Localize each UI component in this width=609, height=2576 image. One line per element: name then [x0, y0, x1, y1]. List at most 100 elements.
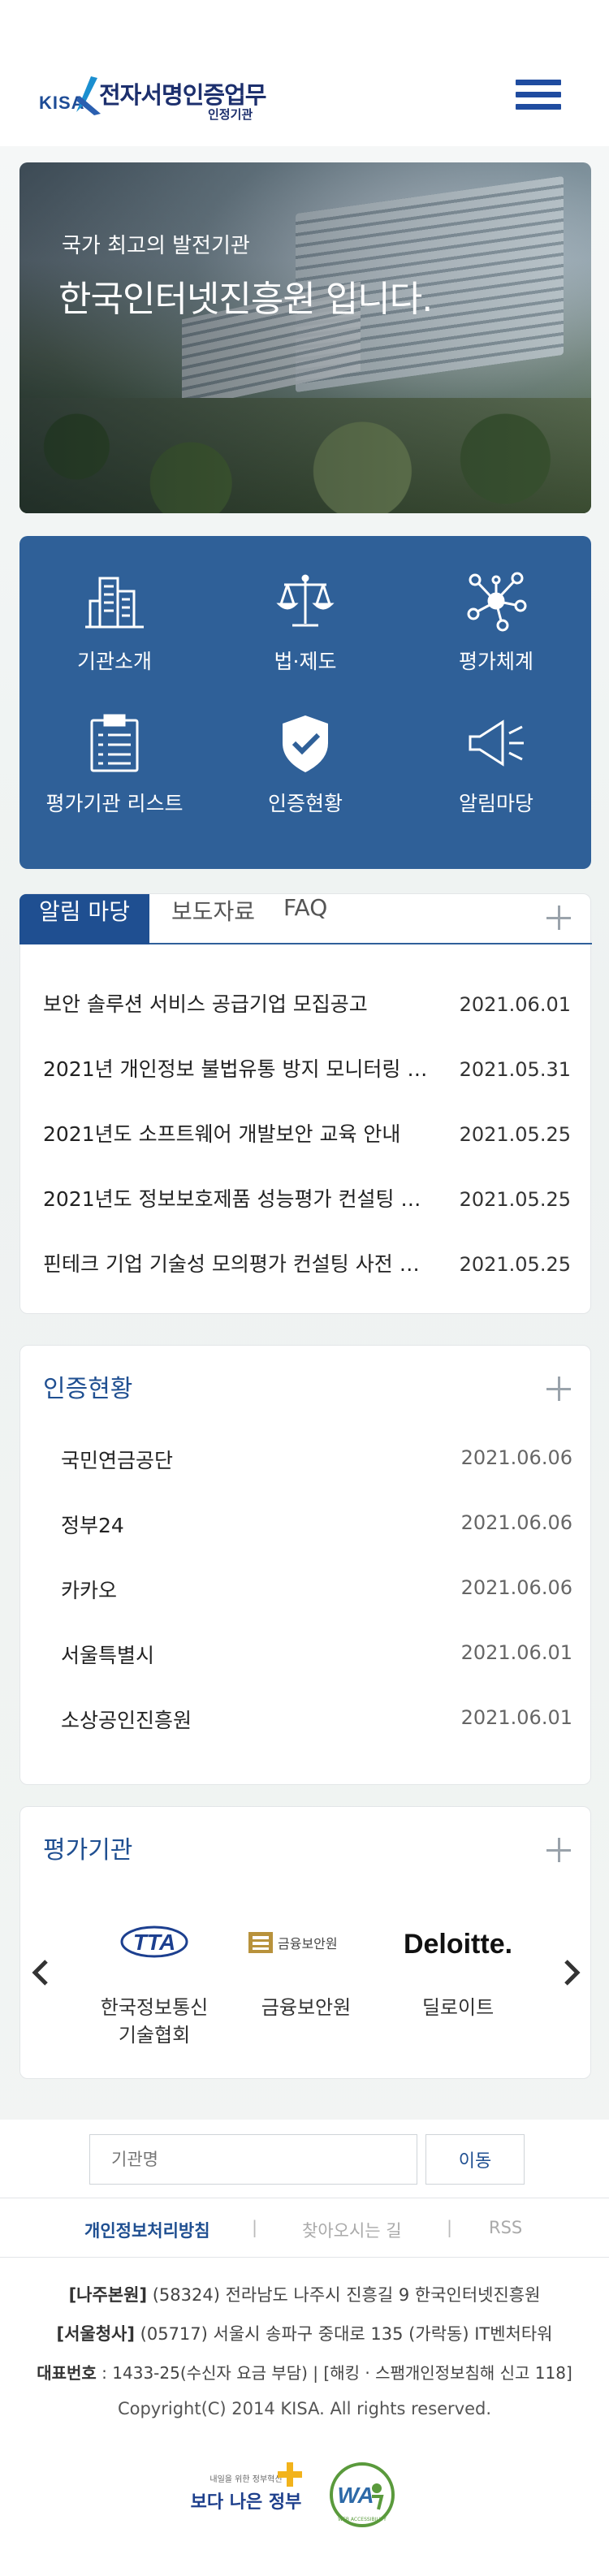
hero-subtitle: 국가 최고의 발전기관: [62, 234, 250, 258]
eval-org-fsec[interactable]: 금융보안원 금융보안원: [229, 1919, 383, 2041]
better-government-badge[interactable]: 내일을 위한 정부혁신 보다 나은 정부: [185, 2462, 307, 2529]
cert-date: 2021.06.01: [460, 1641, 572, 1664]
quick-menu-item-about[interactable]: 기관소개: [19, 536, 209, 678]
quick-menu-item-eval-system[interactable]: 평가체계: [401, 536, 591, 678]
notice-title: 2021년도 정보보호제품 성능평가 컨설팅 지원사업: [43, 1187, 433, 1211]
notice-row[interactable]: 2021년도 소프트웨어 개발보안 교육 안내 2021.05.25: [43, 1118, 571, 1151]
shield-check-icon: [283, 715, 328, 772]
quick-menu-label: 인증현황: [267, 792, 343, 815]
hero-banner: 국가 최고의 발전기관 한국인터넷진흥원 입니다.: [19, 162, 591, 513]
footer-links: 개인정보처리방침 | 찾아오시는 길 | RSS: [0, 2198, 609, 2258]
eval-org-label-line2: 기술협회: [118, 2024, 191, 2047]
notice-row[interactable]: 보안 솔루션 서비스 공급기업 모집공고 2021.06.01: [43, 988, 571, 1021]
cert-status-title[interactable]: 인증현황: [43, 1368, 132, 1404]
megaphone-icon: [469, 720, 524, 767]
carousel-prev-icon[interactable]: [28, 1956, 53, 1989]
link-separator: |: [447, 2218, 453, 2237]
scales-icon: [276, 574, 335, 627]
quick-menu: 기관소개 법·제도 평가체계 평가기관 리스트 인증현황 알림마당: [19, 536, 591, 869]
privacy-policy-link[interactable]: 개인정보처리방침: [84, 2218, 210, 2242]
quick-menu-item-cert-status[interactable]: 인증현황: [210, 678, 400, 820]
kisa-logo[interactable]: KISA 전자서명인증업무 인정기관: [39, 71, 283, 122]
link-separator: |: [252, 2218, 258, 2237]
rss-link[interactable]: RSS: [489, 2218, 522, 2237]
building-icon: [85, 577, 144, 629]
quick-menu-item-notice[interactable]: 알림마당: [401, 678, 591, 820]
eval-org-label: 딜로이트: [421, 1996, 495, 2019]
quick-menu-label: 평가체계: [458, 650, 533, 673]
notice-date: 2021.05.25: [459, 1123, 571, 1146]
cert-row[interactable]: 국민연금공단 2021.06.06: [61, 1445, 572, 1477]
directions-link[interactable]: 찾아오시는 길: [302, 2218, 402, 2242]
cert-row[interactable]: 서울특별시 2021.06.01: [61, 1640, 572, 1672]
clipboard-list-icon: [90, 714, 139, 772]
tab-notice[interactable]: 알림 마당: [19, 894, 149, 944]
carousel-next-icon[interactable]: [559, 1956, 584, 1989]
notice-date: 2021.05.25: [459, 1253, 571, 1276]
cert-name: 카카오: [61, 1579, 118, 1602]
quick-menu-item-eval-list[interactable]: 평가기관 리스트: [19, 678, 209, 820]
cert-status-board: 인증현황 국민연금공단 2021.06.06 정부24 2021.06.06 카…: [19, 1345, 591, 1785]
eval-orgs-title[interactable]: 평가기관: [43, 1830, 132, 1865]
deloitte-logo: Deloitte.: [404, 1929, 512, 1960]
svg-text:TTA: TTA: [133, 1930, 175, 1955]
quick-menu-label: 알림마당: [458, 792, 533, 815]
cert-name: 서울특별시: [61, 1644, 155, 1667]
more-plus-icon[interactable]: [546, 1377, 571, 1401]
cert-date: 2021.06.01: [460, 1706, 572, 1729]
notice-row[interactable]: 핀테크 기업 기술성 모의평가 컨설팅 사전 안내 2021.05.25: [43, 1248, 571, 1281]
svg-text:WEB ACCESSIBILITY: WEB ACCESSIBILITY: [338, 2517, 387, 2522]
notice-row[interactable]: 2021년 개인정보 불법유통 방지 모니터링 요원 모집 2021.05.31: [43, 1053, 571, 1086]
notice-title: 보안 솔루션 서비스 공급기업 모집공고: [43, 992, 368, 1016]
footer-badges: 내일을 위한 정부혁신 보다 나은 정부 WA WEB ACCESSIBILIT…: [185, 2461, 429, 2534]
go-button[interactable]: 이동: [425, 2134, 525, 2185]
eval-org-deloitte[interactable]: Deloitte. 딜로이트: [381, 1919, 535, 2041]
site-footer: 이동 개인정보처리방침 | 찾아오시는 길 | RSS [나주본원] (5832…: [0, 2120, 609, 2576]
footer-address-naju: [나주본원] (58324) 전라남도 나주시 진흥길 9 한국인터넷진흥원: [0, 2282, 609, 2306]
logo-swoosh-icon: [76, 76, 101, 115]
quick-menu-label: 기관소개: [76, 650, 152, 673]
cert-row[interactable]: 소상공인진흥원 2021.06.01: [61, 1705, 572, 1737]
naju-address: (58324) 전라남도 나주시 진흥길 9 한국인터넷진흥원: [152, 2285, 541, 2305]
eval-org-label: 한국정보통신: [100, 1996, 209, 2019]
quick-menu-item-law[interactable]: 법·제도: [210, 536, 400, 678]
quick-menu-label: 평가기관 리스트: [45, 792, 184, 815]
svg-text:Deloitte.: Deloitte.: [404, 1929, 512, 1960]
web-accessibility-badge[interactable]: WA WEB ACCESSIBILITY: [323, 2461, 401, 2534]
cert-name: 정부24: [61, 1514, 124, 1537]
seoul-address: (05717) 서울시 송파구 중대로 135 (가락동) IT벤처타워: [140, 2324, 553, 2344]
footer-phone: 대표번호 : 1433-25(수신자 요금 부담) | [해킹 · 스팸개인정보…: [0, 2360, 609, 2384]
cert-name: 국민연금공단: [61, 1449, 174, 1472]
tab-press[interactable]: 보도자료: [171, 894, 255, 944]
eval-org-tta[interactable]: TTA 한국정보통신 기술협회: [77, 1919, 231, 2047]
svg-text:금융보안원: 금융보안원: [278, 1936, 338, 1951]
footer-address-seoul: [서울청사] (05717) 서울시 송파구 중대로 135 (가락동) IT벤…: [0, 2321, 609, 2345]
notice-title: 핀테크 기업 기술성 모의평가 컨설팅 사전 안내: [43, 1252, 433, 1276]
naju-label: [나주본원]: [68, 2285, 148, 2305]
cert-row[interactable]: 카카오 2021.06.06: [61, 1575, 572, 1607]
tab-faq[interactable]: FAQ: [283, 894, 327, 944]
notice-board: 알림 마당 보도자료 FAQ 보안 솔루션 서비스 공급기업 모집공고 2021…: [19, 893, 592, 1314]
notice-date: 2021.06.01: [459, 993, 571, 1016]
fsec-logo: 금융보안원: [248, 1932, 338, 1953]
tta-logo: TTA: [120, 1926, 188, 1958]
site-header: KISA 전자서명인증업무 인정기관: [0, 0, 609, 146]
phone-text: : 1433-25(수신자 요금 부담) | [해킹 · 스팸개인정보침해 신고…: [102, 2363, 572, 2383]
svg-text:WA: WA: [337, 2483, 374, 2508]
seoul-label: [서울청사]: [56, 2324, 135, 2344]
notice-date: 2021.05.25: [459, 1188, 571, 1211]
cert-date: 2021.06.06: [460, 1446, 572, 1469]
network-icon: [467, 572, 527, 632]
logo-subtitle: 인정기관: [208, 107, 253, 122]
notice-row[interactable]: 2021년도 정보보호제품 성능평가 컨설팅 지원사업 2021.05.25: [43, 1183, 571, 1216]
hamburger-menu-icon[interactable]: [516, 80, 563, 114]
plus-sign-icon: [278, 2462, 302, 2487]
more-plus-icon[interactable]: [546, 1838, 571, 1862]
notice-date: 2021.05.31: [459, 1058, 571, 1081]
notice-title: 2021년도 소프트웨어 개발보안 교육 안내: [43, 1122, 401, 1146]
org-search-input[interactable]: [89, 2134, 417, 2185]
eval-org-label: 금융보안원: [261, 1996, 352, 2019]
quick-menu-label: 법·제도: [274, 650, 337, 673]
more-plus-icon[interactable]: [546, 905, 571, 930]
cert-row[interactable]: 정부24 2021.06.06: [61, 1510, 572, 1542]
